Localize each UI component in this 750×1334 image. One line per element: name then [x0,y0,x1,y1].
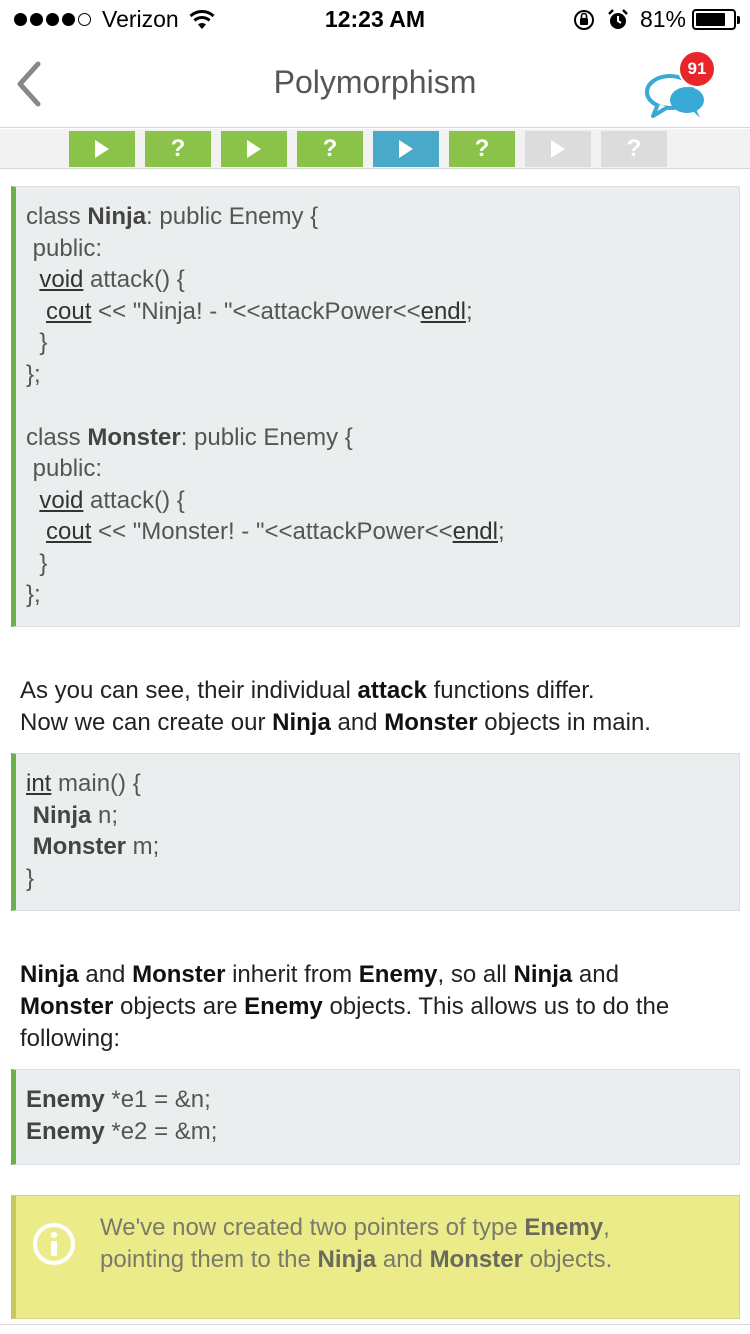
paragraph-attack-functions: As you can see, their individual attack … [20,677,651,736]
code-line: }; [26,360,41,388]
comments-button[interactable]: 91 [640,50,720,120]
alarm-icon [608,8,628,29]
progress-step-4-quiz[interactable]: ? [297,131,363,167]
code-line: Enemy *e1 = &n; [26,1086,211,1113]
play-icon [399,140,413,158]
progress-step-6-quiz[interactable]: ? [449,131,515,167]
code-line: Enemy *e2 = &m; [26,1117,218,1145]
code-block-main: int main() { Ninja n; Monster m; } [11,753,740,911]
status-bar: Verizon 12:23 AM 81% [0,0,750,40]
code-line: }; [26,581,41,608]
question-icon: ? [170,135,186,162]
note-text: We've now created two pointers of type E… [100,1214,613,1273]
lesson-progress-bar: ???? [0,129,750,169]
bottom-divider [0,1324,750,1325]
code-line: void attack() { [39,266,185,293]
code-block-classes: class Ninja: public Enemy { public: void… [11,186,740,627]
code-line: cout << "Monster! - "<<attackPower<<endl… [46,518,505,545]
code-line: class Monster: public Enemy { [26,423,353,451]
code-line: public: [26,234,103,262]
status-right: 81% [572,6,740,33]
navigation-bar: Polymorphism 91 [0,40,750,128]
code-line: } [26,864,35,892]
code-line: int main() { [26,770,141,797]
play-icon [551,140,565,158]
orientation-lock-icon [573,9,594,30]
code-line: public: [26,455,103,482]
question-icon: ? [626,135,642,162]
code-line: Monster m; [32,833,160,860]
progress-step-7-play[interactable] [525,131,591,167]
progress-step-2-quiz[interactable]: ? [145,131,211,167]
code-line: } [26,329,48,356]
code-block-pointers: Enemy *e1 = &n; Enemy *e2 = &m; [11,1069,740,1165]
paragraph-inheritance: Ninja and Monster inherit from Enemy, so… [20,961,670,1052]
play-icon [95,140,109,158]
notification-badge: 91 [678,50,716,88]
question-icon: ? [322,135,338,162]
page-title: Polymorphism [273,64,477,100]
code-line: void attack() { [39,486,185,514]
info-note: We've now created two pointers of type E… [11,1195,740,1319]
info-icon [33,1223,75,1265]
code-line: cout << "Ninja! - "<<attackPower<<endl; [46,297,473,325]
progress-step-5-play[interactable] [373,131,439,167]
code-line: } [26,549,48,577]
progress-step-1-play[interactable] [69,131,135,167]
play-icon [247,140,261,158]
battery-percent: 81% [639,6,686,32]
battery-icon [692,9,740,30]
question-icon: ? [474,135,490,162]
progress-step-3-play[interactable] [221,131,287,167]
code-line: class Ninja: public Enemy { [26,203,319,230]
code-line: Ninja n; [32,801,119,829]
progress-step-8-quiz[interactable]: ? [601,131,667,167]
